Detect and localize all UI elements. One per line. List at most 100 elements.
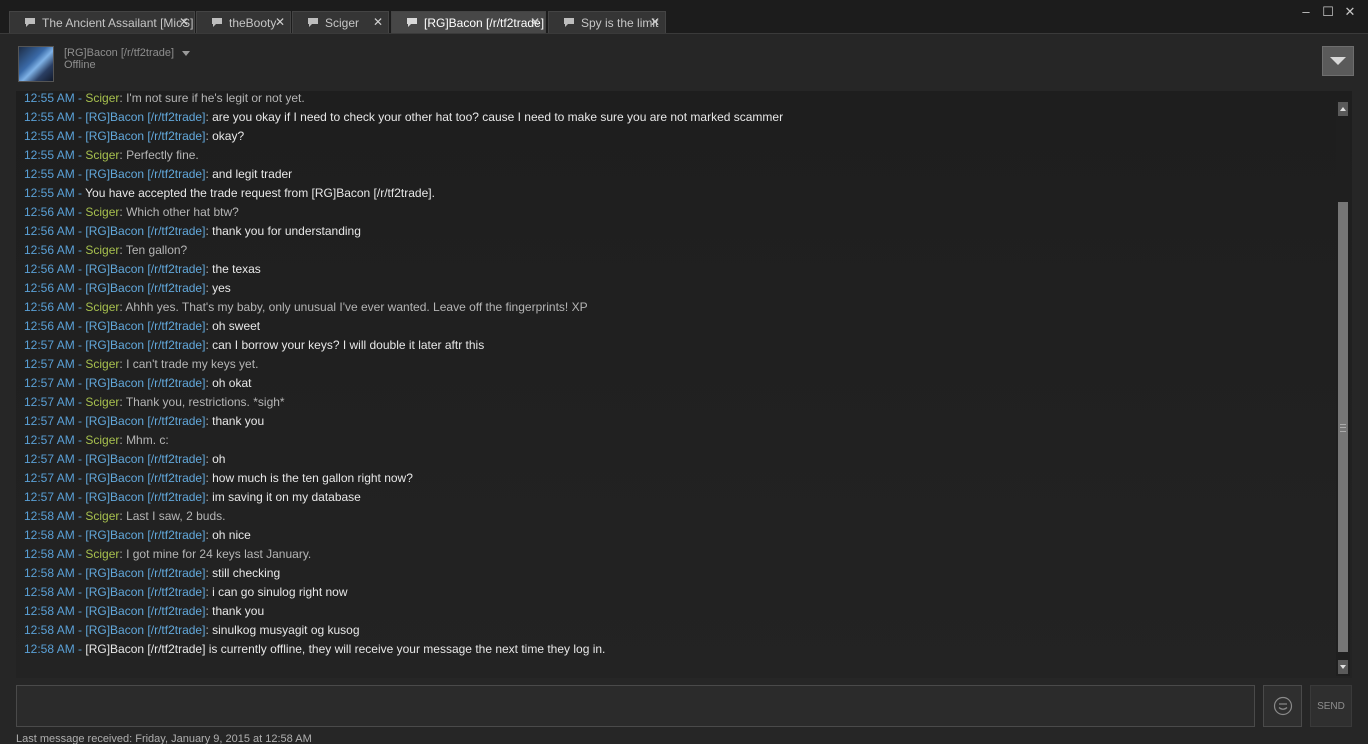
scroll-down-button[interactable] <box>1338 660 1348 674</box>
chat-message: 12:58 AM - [RG]Bacon [/r/tf2trade] is cu… <box>24 640 1324 659</box>
message-timestamp: 12:58 AM <box>24 604 75 618</box>
message-sender: [RG]Bacon [/r/tf2trade] <box>85 376 206 390</box>
chat-message: 12:58 AM - [RG]Bacon [/r/tf2trade]: sinu… <box>24 621 1324 640</box>
emoticon-button[interactable] <box>1263 685 1302 727</box>
message-text: can I borrow your keys? I will double it… <box>212 338 485 352</box>
message-separator: - <box>74 205 86 219</box>
message-separator: - <box>74 452 86 466</box>
message-separator: - <box>74 129 86 143</box>
message-separator: - <box>74 528 86 542</box>
message-sender: [RG]Bacon [/r/tf2trade] <box>85 167 206 181</box>
close-tab-icon[interactable]: ✕ <box>178 15 190 29</box>
chat-message: 12:58 AM - [RG]Bacon [/r/tf2trade]: i ca… <box>24 583 1324 602</box>
chat-message: 12:55 AM - You have accepted the trade r… <box>24 184 1324 203</box>
message-separator: - <box>74 471 86 485</box>
chat-message: 12:57 AM - Sciger: I can't trade my keys… <box>24 355 1324 374</box>
message-sender: Sciger <box>85 357 120 371</box>
message-sender: Sciger <box>85 148 120 162</box>
chat-message: 12:57 AM - [RG]Bacon [/r/tf2trade]: oh o… <box>24 374 1324 393</box>
message-text: are you okay if I need to check your oth… <box>212 110 784 124</box>
message-separator: - <box>74 243 86 257</box>
message-sender: [RG]Bacon [/r/tf2trade] <box>85 414 206 428</box>
friend-avatar[interactable] <box>18 46 54 82</box>
message-separator: - <box>74 376 86 390</box>
dropdown-arrow-icon <box>1330 57 1346 65</box>
message-sender: [RG]Bacon [/r/tf2trade] <box>85 471 206 485</box>
message-sender: Sciger <box>85 300 120 314</box>
arrow-down-icon <box>1340 665 1346 669</box>
chat-message: 12:57 AM - [RG]Bacon [/r/tf2trade]: how … <box>24 469 1324 488</box>
message-text: thank you for understanding <box>212 224 361 238</box>
tab-sciger[interactable]: Sciger ✕ <box>292 11 389 33</box>
tab-the-ancient-assailant[interactable]: The Ancient Assailant [MicS] ✕ <box>9 11 195 33</box>
tab-rg-bacon[interactable]: [RG]Bacon [/r/tf2trade] ✕ <box>391 11 546 33</box>
message-timestamp: 12:58 AM <box>24 623 75 637</box>
message-separator: - <box>74 91 86 105</box>
chat-message: 12:57 AM - Sciger: Thank you, restrictio… <box>24 393 1324 412</box>
chat-message: 12:56 AM - Sciger: Which other hat btw? <box>24 203 1324 222</box>
message-separator: - <box>74 585 86 599</box>
tab-spy-is-the-limit[interactable]: Spy is the limit ✕ <box>548 11 666 33</box>
chat-message: 12:57 AM - [RG]Bacon [/r/tf2trade]: can … <box>24 336 1324 355</box>
message-list: 12:55 AM - Sciger: I'm not sure if he's … <box>24 91 1324 659</box>
chat-message: 12:55 AM - [RG]Bacon [/r/tf2trade]: are … <box>24 108 1324 127</box>
message-input[interactable] <box>16 685 1255 727</box>
message-timestamp: 12:57 AM <box>24 376 75 390</box>
chat-log[interactable]: 12:55 AM - Sciger: I'm not sure if he's … <box>16 91 1352 678</box>
message-sender: [RG]Bacon [/r/tf2trade] <box>85 110 206 124</box>
message-text: Ahhh yes. That's my baby, only unusual I… <box>125 300 588 314</box>
message-separator: - <box>74 262 86 276</box>
message-text: Mhm. c: <box>126 433 169 447</box>
chat-message: 12:58 AM - Sciger: I got mine for 24 key… <box>24 545 1324 564</box>
chat-bubble-icon <box>307 17 319 28</box>
close-window-icon[interactable]: ✕ <box>1342 4 1358 20</box>
message-sender: Sciger <box>85 243 120 257</box>
message-sender: [RG]Bacon [/r/tf2trade] <box>85 224 206 238</box>
close-tab-icon[interactable]: ✕ <box>274 15 286 29</box>
message-timestamp: 12:56 AM <box>24 281 75 295</box>
message-sender: Sciger <box>85 509 120 523</box>
friend-name: [RG]Bacon [/r/tf2trade] <box>64 47 175 59</box>
close-tab-icon[interactable]: ✕ <box>529 15 541 29</box>
message-timestamp: 12:56 AM <box>24 319 75 333</box>
message-separator: - <box>74 566 86 580</box>
friend-name-dropdown[interactable]: [RG]Bacon [/r/tf2trade] <box>64 47 191 59</box>
message-separator: - <box>74 224 86 238</box>
message-sender: [RG]Bacon [/r/tf2trade] <box>85 262 206 276</box>
tab-label: Sciger <box>325 15 360 30</box>
close-tab-icon[interactable]: ✕ <box>372 15 384 29</box>
message-sender: [RG]Bacon [/r/tf2trade] <box>85 338 206 352</box>
message-text: im saving it on my database <box>212 490 361 504</box>
message-timestamp: 12:56 AM <box>24 300 75 314</box>
scroll-thumb[interactable] <box>1338 202 1348 652</box>
tab-label: The Ancient Assailant [MicS] <box>42 15 194 30</box>
message-timestamp: 12:57 AM <box>24 395 75 409</box>
message-sender: [RG]Bacon [/r/tf2trade] <box>85 490 206 504</box>
message-text: i can go sinulog right now <box>212 585 348 599</box>
message-text: sinulkog musyagit og kusog <box>212 623 360 637</box>
tab-label: theBooty <box>229 15 277 30</box>
message-text: I can't trade my keys yet. <box>126 357 259 371</box>
message-sender: [RG]Bacon [/r/tf2trade] <box>85 129 206 143</box>
chat-scrollbar[interactable] <box>1336 100 1350 676</box>
message-timestamp: 12:56 AM <box>24 243 75 257</box>
message-sender: Sciger <box>85 395 120 409</box>
chat-options-button[interactable] <box>1322 46 1354 76</box>
message-separator: - <box>74 167 86 181</box>
message-text: oh <box>212 452 226 466</box>
send-button[interactable]: SEND <box>1310 685 1352 727</box>
tab-thebooty[interactable]: theBooty ✕ <box>196 11 291 33</box>
chat-message: 12:57 AM - [RG]Bacon [/r/tf2trade]: than… <box>24 412 1324 431</box>
message-text: Ten gallon? <box>125 243 188 257</box>
message-separator: - <box>74 338 86 352</box>
maximize-icon[interactable]: ☐ <box>1320 4 1336 20</box>
message-timestamp: 12:58 AM <box>24 566 75 580</box>
close-tab-icon[interactable]: ✕ <box>649 15 661 29</box>
chat-message: 12:58 AM - [RG]Bacon [/r/tf2trade]: than… <box>24 602 1324 621</box>
chat-message: 12:56 AM - [RG]Bacon [/r/tf2trade]: oh s… <box>24 317 1324 336</box>
scroll-up-button[interactable] <box>1338 102 1348 116</box>
minimize-icon[interactable]: ‒ <box>1298 4 1314 20</box>
message-separator: - <box>74 604 86 618</box>
message-text: oh okat <box>212 376 252 390</box>
message-sender: [RG]Bacon [/r/tf2trade] <box>85 528 206 542</box>
